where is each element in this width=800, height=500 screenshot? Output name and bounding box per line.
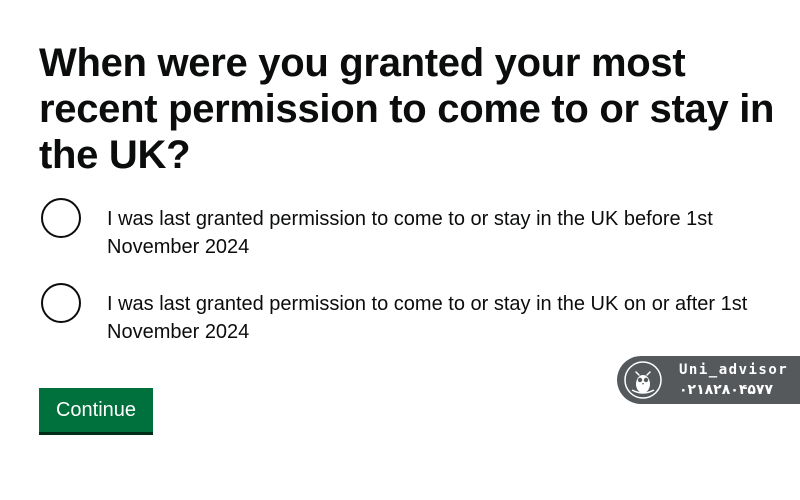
watermark-name: Uni_advisor: [679, 362, 789, 378]
page: When were you granted your most recent p…: [0, 0, 800, 500]
radio-label[interactable]: I was last granted permission to come to…: [107, 290, 757, 346]
radio-button[interactable]: [41, 283, 81, 323]
watermark-phone: ۰۲۱۸۲۸۰۴۵۷۷: [679, 382, 773, 398]
continue-button[interactable]: Continue: [39, 388, 153, 432]
owl-logo-icon: [624, 361, 662, 399]
watermark: Uni_advisor ۰۲۱۸۲۸۰۴۵۷۷: [617, 356, 800, 404]
page-title: When were you granted your most recent p…: [39, 41, 775, 177]
radio-button[interactable]: [41, 198, 81, 238]
radio-label[interactable]: I was last granted permission to come to…: [107, 205, 757, 261]
